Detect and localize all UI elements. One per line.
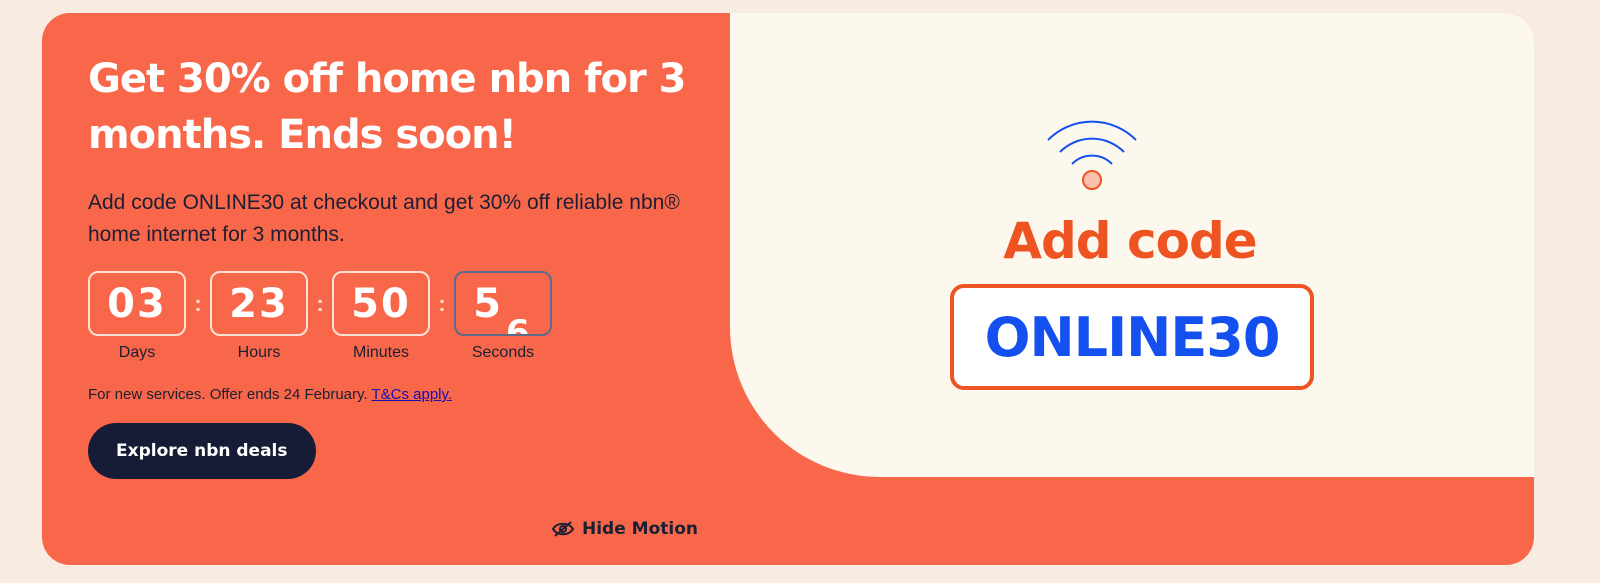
seconds-label: Seconds bbox=[471, 344, 535, 361]
seconds-value-box: 5 6 bbox=[454, 271, 552, 336]
countdown-days: 03 Days bbox=[88, 271, 186, 362]
add-code-heading: Add code bbox=[1003, 212, 1257, 270]
countdown-separator: : bbox=[194, 290, 202, 316]
hours-label: Hours bbox=[237, 344, 281, 361]
countdown-hours: 23 Hours bbox=[210, 271, 308, 362]
countdown-seconds: 5 6 Seconds bbox=[454, 271, 552, 362]
minutes-value: 50 bbox=[332, 271, 430, 336]
seconds-next-value: 6 bbox=[506, 313, 532, 336]
minutes-label: Minutes bbox=[352, 344, 410, 361]
days-label: Days bbox=[118, 344, 156, 361]
countdown-timer: 03 Days : 23 Hours : 50 Minutes : 5 6 Se… bbox=[88, 271, 708, 362]
fineprint-text: For new services. Offer ends 24 February… bbox=[88, 386, 368, 403]
countdown-separator: : bbox=[438, 290, 446, 316]
promo-subtext: Add code ONLINE30 at checkout and get 30… bbox=[88, 191, 680, 246]
days-value: 03 bbox=[88, 271, 186, 336]
countdown-separator: : bbox=[316, 290, 324, 316]
hide-motion-toggle[interactable]: Hide Motion bbox=[552, 519, 698, 539]
hide-motion-label: Hide Motion bbox=[582, 519, 699, 539]
explore-nbn-deals-button[interactable]: Explore nbn deals bbox=[88, 423, 316, 479]
promo-headline: Get 30% off home nbn for 3 months. Ends … bbox=[88, 56, 686, 158]
seconds-value: 5 bbox=[473, 280, 503, 327]
terms-link[interactable]: T&Cs apply. bbox=[371, 386, 452, 403]
promo-code-box: ONLINE30 bbox=[950, 284, 1314, 390]
wifi-icon bbox=[1047, 120, 1137, 190]
hours-value: 23 bbox=[210, 271, 308, 336]
countdown-minutes: 50 Minutes bbox=[332, 271, 430, 362]
promo-content: Get 30% off home nbn for 3 months. Ends … bbox=[88, 51, 708, 479]
offer-fineprint: For new services. Offer ends 24 February… bbox=[88, 386, 708, 403]
eye-slash-icon bbox=[552, 521, 574, 537]
